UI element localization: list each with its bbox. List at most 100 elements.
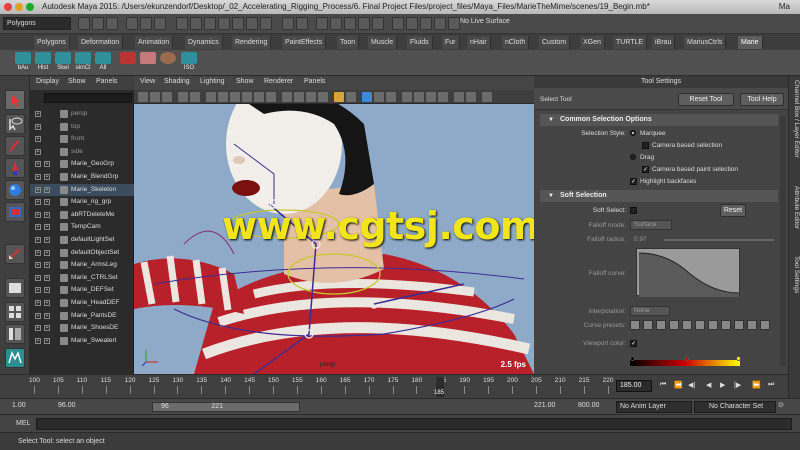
expand-icon[interactable]: + <box>35 287 41 294</box>
ramp-key-red[interactable] <box>684 356 689 361</box>
wireframe-icon[interactable] <box>282 92 292 102</box>
shelf-tab-rendering[interactable]: Rendering <box>232 36 272 49</box>
outliner-item[interactable]: + top <box>30 121 134 133</box>
texture-icon[interactable] <box>362 92 372 102</box>
expand-icon[interactable]: + <box>44 237 50 243</box>
shelf-tab-ibrau[interactable]: iBrau <box>652 36 676 49</box>
tab-attribute-editor[interactable]: Attribute Editor <box>790 186 800 229</box>
outliner-item[interactable]: + + Marie_GeoGrp <box>30 158 134 170</box>
time-slider[interactable]: 100 105 110 115 120 125 130 135 140 145 150 155 160 1… <box>0 374 788 398</box>
field-chart-icon[interactable] <box>242 92 252 102</box>
expand-icon[interactable]: + <box>44 211 50 218</box>
shelf-tab-fur[interactable]: Fur <box>442 36 460 49</box>
viewport-menu-view[interactable]: View <box>140 78 155 85</box>
viewport-menu-show[interactable]: Show <box>236 78 254 85</box>
shelf-tab-muscle[interactable]: Muscle <box>368 36 398 49</box>
expand-icon[interactable]: + <box>35 186 41 193</box>
shelf-tab-mariusctrls[interactable]: MariusCtrls <box>684 36 727 49</box>
motion-blur-icon[interactable] <box>414 92 424 102</box>
curve-preset-2-icon[interactable] <box>643 320 653 330</box>
outliner-item[interactable]: + + Marie_ShoesDE <box>30 322 134 334</box>
render-view-icon[interactable] <box>406 17 418 30</box>
highlight-backfaces-checkbox[interactable]: ✓ <box>630 178 637 185</box>
soft-selection-section[interactable]: ▼ Soft Selection <box>540 190 778 202</box>
current-frame-field[interactable]: 185.00 <box>616 380 652 392</box>
shelf-tab-marie[interactable]: Marie <box>738 36 763 49</box>
outliner-item[interactable]: + + Marie_PantsDE <box>30 310 134 322</box>
shelf-tab-painteffects[interactable]: PaintEffects <box>282 36 327 49</box>
expand-icon[interactable]: + <box>35 161 41 168</box>
anim-layer-dropdown[interactable]: No Anim Layer <box>616 401 692 413</box>
shelf-button-all[interactable]: All <box>94 52 112 74</box>
outliner-item[interactable]: + front <box>30 133 134 145</box>
expand-icon[interactable]: + <box>44 337 50 344</box>
minimize-window-button[interactable] <box>15 3 23 11</box>
lock-selection-icon[interactable] <box>282 17 294 30</box>
playback-end-field[interactable]: 221.00 <box>534 402 555 409</box>
last-tool-icon[interactable] <box>5 244 25 264</box>
safe-title-icon[interactable] <box>266 92 276 102</box>
step-forward-key-icon[interactable]: |▶ <box>734 381 741 389</box>
expand-icon[interactable]: + <box>44 312 50 319</box>
curve-preset-4-icon[interactable] <box>669 320 679 330</box>
shelf-tab-toon[interactable]: Toon <box>337 36 360 49</box>
outliner-item[interactable]: + + Marie_Skeleton <box>30 183 134 196</box>
interpolation-dropdown[interactable]: None <box>630 306 670 316</box>
curve-preset-5-icon[interactable] <box>682 320 692 330</box>
shelf-tab-turtle[interactable]: TURTLE <box>613 36 648 49</box>
play-forwards-icon[interactable]: ▶ <box>720 381 725 389</box>
expand-icon[interactable]: + <box>44 325 50 332</box>
expand-icon[interactable]: + <box>44 174 50 180</box>
outliner-search-input[interactable] <box>44 93 132 103</box>
snap-curve-icon[interactable] <box>330 17 342 30</box>
anti-aliasing-icon[interactable] <box>426 92 436 102</box>
go-to-start-icon[interactable]: ⏮ <box>660 381 666 389</box>
shelf-tab-dynamics[interactable]: Dynamics <box>185 36 223 49</box>
expand-icon[interactable]: + <box>35 174 41 180</box>
expand-icon[interactable]: + <box>35 325 41 332</box>
save-scene-icon[interactable] <box>106 17 118 30</box>
shelf-button-iso[interactable]: ISO <box>180 52 198 74</box>
menu-set-dropdown[interactable]: Polygons <box>3 17 71 30</box>
ramp-key-black[interactable] <box>630 356 635 361</box>
filter-surfaces-icon[interactable] <box>218 17 230 30</box>
exposure-icon[interactable] <box>466 92 476 102</box>
reset-tool-button[interactable]: Reset Tool <box>678 93 734 106</box>
expand-icon[interactable]: + <box>35 224 41 231</box>
outliner-menu-panels[interactable]: Panels <box>96 78 117 85</box>
smooth-shade-icon[interactable] <box>294 92 304 102</box>
move-tool-icon[interactable] <box>5 158 25 178</box>
animation-start-field[interactable]: 1.00 <box>12 402 26 409</box>
outliner-item[interactable]: + side <box>30 146 134 158</box>
render-frame-icon[interactable] <box>420 17 432 30</box>
shelf-tab-polygons[interactable]: Polygons <box>34 36 70 49</box>
falloff-mode-dropdown[interactable]: Surface <box>630 220 672 230</box>
outliner-item[interactable]: + + Marie_DEFSet <box>30 284 134 296</box>
four-view-layout-icon[interactable] <box>5 302 25 322</box>
outliner-menu-display[interactable]: Display <box>36 78 59 85</box>
viewport-menu-panels[interactable]: Panels <box>304 78 325 85</box>
grid-icon[interactable] <box>190 92 200 102</box>
curve-preset-7-icon[interactable] <box>708 320 718 330</box>
expand-icon[interactable]: + <box>44 186 50 193</box>
shelf-button-skncl[interactable]: sknCl <box>74 52 92 74</box>
outliner-item[interactable]: + + Marie_BlendGrp <box>30 171 134 183</box>
viewport-color-checkbox[interactable]: ✓ <box>630 340 637 347</box>
soft-select-checkbox[interactable] <box>630 207 637 214</box>
scale-tool-icon[interactable] <box>5 202 25 222</box>
single-perspective-layout-icon[interactable] <box>5 278 25 298</box>
viewport-menu-renderer[interactable]: Renderer <box>264 78 293 85</box>
outliner-item[interactable]: + + defaultLightSet <box>30 234 134 246</box>
outliner-item[interactable]: + persp <box>30 108 134 120</box>
camera-based-selection-checkbox[interactable] <box>642 142 649 149</box>
rotate-tool-icon[interactable] <box>5 180 25 200</box>
expand-icon[interactable]: + <box>35 300 41 306</box>
snap-grid-icon[interactable] <box>316 17 328 30</box>
shelf-tab-deformation[interactable]: Deformation <box>78 36 124 49</box>
gate-mask-icon[interactable] <box>230 92 240 102</box>
select-object-icon[interactable] <box>140 17 152 30</box>
outliner-item[interactable]: + + abRTDeleteMe <box>30 209 134 221</box>
select-hierarchy-icon[interactable] <box>126 17 138 30</box>
shelf-tab-animation[interactable]: Animation <box>135 36 174 49</box>
expand-icon[interactable]: + <box>44 224 50 231</box>
